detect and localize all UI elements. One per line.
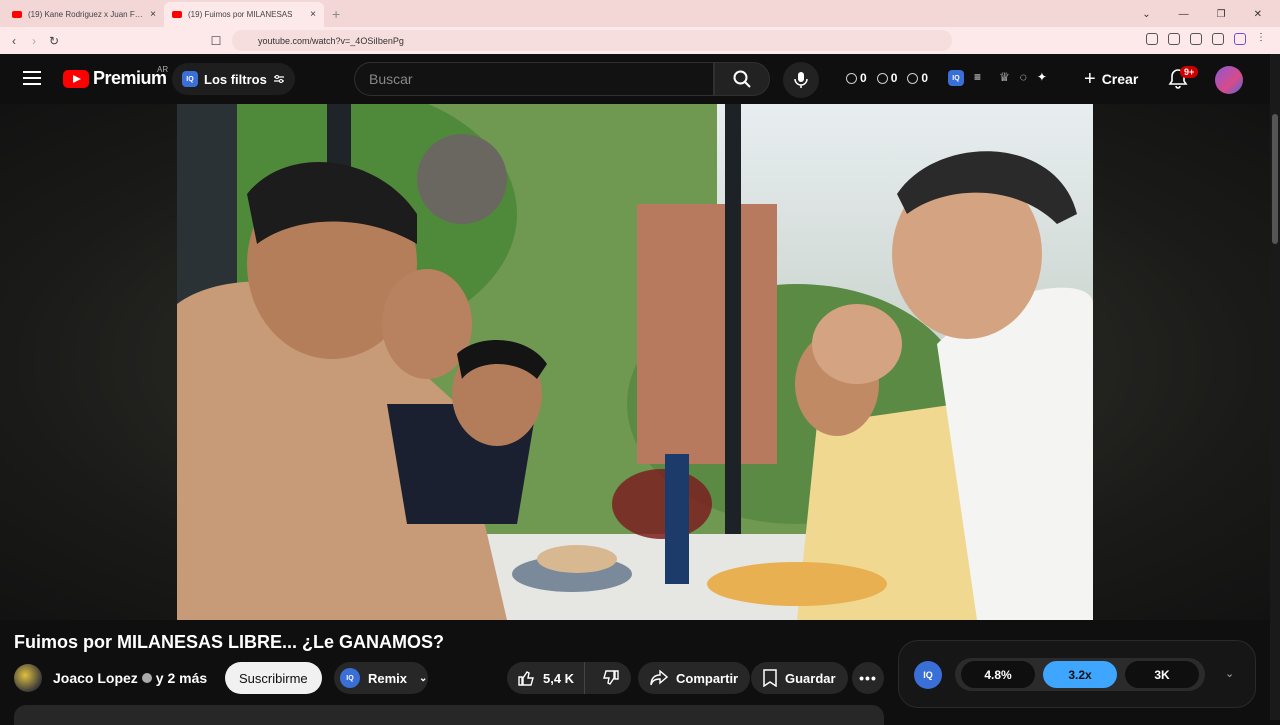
counter-views-2[interactable]: 0 <box>907 71 928 85</box>
save-button[interactable]: Guardar <box>751 662 848 694</box>
counter-views[interactable]: 0 <box>876 71 897 85</box>
chevron-down-icon[interactable]: ⌄ <box>1225 667 1234 680</box>
iq-stats-panel: IQ 4.8% 3.2x 3K ⌄ <box>898 640 1256 708</box>
like-button[interactable]: 5,4 K <box>507 662 586 694</box>
extension-icon[interactable] <box>1168 33 1180 45</box>
sparkle-icon[interactable]: ✦ <box>1037 70 1047 86</box>
tab-close-icon[interactable]: × <box>310 9 316 20</box>
thumbs-down-icon <box>603 670 619 685</box>
browser-tab-strip: (19) Kane Rodriguez x Juan Freer - P × (… <box>0 0 1280 27</box>
youtube-header: Premium AR IQ Los filtros 0 0 0 IQ ≡ ♕ ◌… <box>0 54 1280 104</box>
url-text: youtube.com/watch?v=_4OSiIbenPg <box>258 35 404 46</box>
search-input[interactable] <box>355 63 713 95</box>
extension-counters: 0 0 0 <box>846 71 928 85</box>
video-player[interactable] <box>177 104 1093 620</box>
logo-text: Premium <box>93 68 167 88</box>
remix-label: Remix <box>368 670 408 686</box>
notification-count-badge: 9+ <box>1180 66 1199 78</box>
menu-icon[interactable]: ⋮ <box>1256 33 1268 45</box>
verified-badge-icon <box>141 673 152 683</box>
bookmark-icon <box>763 669 777 687</box>
video-title: Fuimos por MILANESAS LIBRE... ¿Le GANAMO… <box>14 632 445 652</box>
plus-icon: + <box>1084 67 1096 90</box>
dislike-button[interactable] <box>593 669 629 687</box>
bookmark-icon[interactable]: ☐ <box>206 34 226 48</box>
search-field[interactable] <box>354 62 714 96</box>
clock-icon <box>846 72 857 84</box>
address-bar-row: ‹ › ↻ ☐ youtube.com/watch?v=_4OSiIbenPg … <box>0 27 1280 54</box>
extension-icon[interactable] <box>1146 33 1158 45</box>
window-controls: ⌄ — ❐ ✕ <box>1124 9 1280 27</box>
channel-info: Joaco Lopez y 2 más <box>14 660 207 696</box>
trophy-icon[interactable]: ♕ <box>999 70 1010 86</box>
remix-button[interactable]: IQ Remix ⌄ <box>334 662 428 694</box>
tab-title: (19) Kane Rodriguez x Juan Freer - P <box>28 10 144 19</box>
search-icon <box>733 70 751 88</box>
browser-tab[interactable]: (19) Kane Rodriguez x Juan Freer - P × <box>4 2 164 27</box>
minimize-icon[interactable]: — <box>1179 9 1189 20</box>
share-label: Compartir <box>676 670 739 686</box>
iq-icon: IQ <box>182 71 198 87</box>
create-label: Crear <box>1101 71 1139 87</box>
iq-extension-icon[interactable]: IQ <box>948 70 964 86</box>
tab-title: (19) Fuimos por MILANESAS <box>188 10 293 19</box>
share-button[interactable]: Compartir <box>638 662 751 694</box>
tab-close-icon[interactable]: × <box>150 9 156 20</box>
stats-track: 4.8% 3.2x 3K <box>955 658 1205 691</box>
save-label: Guardar <box>785 670 836 686</box>
channel-name[interactable]: Joaco Lopez <box>53 670 138 686</box>
like-count: 5,4 K <box>543 670 575 686</box>
search-button[interactable] <box>714 62 770 96</box>
stat-count[interactable]: 3K <box>1125 661 1199 688</box>
counter-clock[interactable]: 0 <box>846 71 867 85</box>
youtube-premium-logo[interactable]: Premium AR <box>63 65 169 89</box>
thumbs-up-icon <box>518 671 534 686</box>
country-code: AR <box>157 65 169 74</box>
like-dislike-group: 5,4 K <box>507 662 631 694</box>
more-actions-button[interactable]: ••• <box>852 662 884 694</box>
extension-icon[interactable] <box>1234 33 1246 45</box>
stat-multiplier[interactable]: 3.2x <box>1043 661 1117 688</box>
tab-search-icon[interactable]: ⌄ <box>1142 9 1150 20</box>
share-icon <box>650 670 668 686</box>
chat-icon[interactable]: ◌ <box>1020 70 1027 86</box>
header-extension-icons: IQ ≡ ♕ ◌ ✦ <box>948 70 1047 86</box>
youtube-favicon-icon <box>12 11 22 18</box>
iq-icon: IQ <box>340 668 360 688</box>
description-box[interactable] <box>14 705 884 725</box>
restore-icon[interactable]: ❐ <box>1217 9 1226 20</box>
forward-icon[interactable]: › <box>24 34 44 48</box>
browser-tab-active[interactable]: (19) Fuimos por MILANESAS × <box>164 2 324 27</box>
extension-icon[interactable] <box>1212 33 1224 45</box>
filters-button[interactable]: IQ Los filtros <box>172 63 295 95</box>
extension-icons: ⋮ <box>1146 33 1268 45</box>
list-icon[interactable]: ≡ <box>974 70 981 86</box>
filters-label: Los filtros <box>204 71 267 87</box>
sliders-icon <box>273 75 284 83</box>
new-tab-button[interactable]: + <box>324 6 348 27</box>
back-icon[interactable]: ‹ <box>4 34 24 48</box>
eye-icon <box>907 72 919 84</box>
reload-icon[interactable]: ↻ <box>44 34 64 48</box>
create-button[interactable]: + Crear <box>1072 63 1150 95</box>
subscribe-button[interactable]: Suscribirme <box>225 662 322 694</box>
user-avatar[interactable] <box>1215 66 1243 94</box>
extension-icon[interactable] <box>1190 33 1202 45</box>
voice-search-button[interactable] <box>783 62 819 98</box>
eye-icon <box>876 72 888 84</box>
channel-avatar[interactable] <box>14 664 42 692</box>
iq-icon[interactable]: IQ <box>914 661 942 689</box>
menu-hamburger-icon[interactable] <box>23 71 41 85</box>
stat-engagement[interactable]: 4.8% <box>961 661 1035 688</box>
close-window-icon[interactable]: ✕ <box>1254 9 1262 20</box>
youtube-favicon-icon <box>172 11 182 18</box>
url-field[interactable]: youtube.com/watch?v=_4OSiIbenPg <box>232 30 952 51</box>
chevron-down-icon: ⌄ <box>419 672 428 684</box>
scrollbar-thumb[interactable] <box>1272 114 1278 244</box>
channel-collaborators[interactable]: y 2 más <box>156 670 207 686</box>
youtube-play-icon <box>63 69 89 88</box>
video-frame-image <box>177 104 1093 620</box>
microphone-icon <box>794 72 808 88</box>
page-scrollbar[interactable] <box>1270 54 1280 720</box>
